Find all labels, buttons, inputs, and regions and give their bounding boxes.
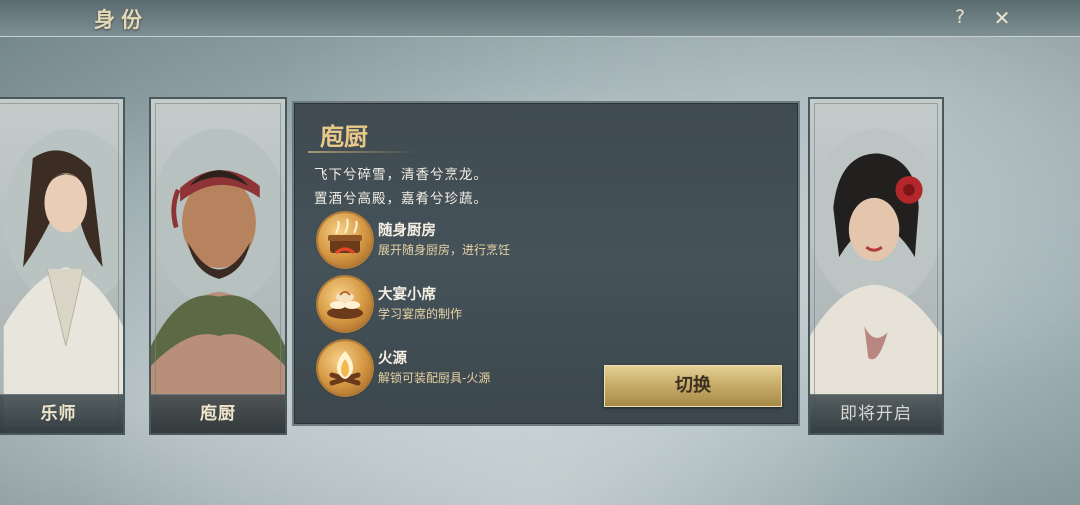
identity-description-line: 置酒兮高殿，嘉肴兮珍蔬。 (314, 191, 488, 207)
identity-card-musician[interactable]: 乐师 (0, 97, 125, 435)
identity-detail-panel: 庖厨 飞下兮碎雪，清香兮烹龙。 置酒兮高殿，嘉肴兮珍蔬。 随身厨房 展开随身厨房… (292, 101, 800, 426)
close-button[interactable]: ✕ (990, 6, 1014, 30)
skill-name: 火源 (378, 351, 407, 367)
cooking-pot-icon (318, 213, 372, 267)
skill-description: 展开随身厨房，进行烹饪 (378, 243, 511, 257)
switch-identity-button[interactable]: 切换 (604, 365, 782, 407)
skill-name: 随身厨房 (378, 223, 436, 239)
card-name: 即将开启 (810, 394, 942, 433)
identity-title: 庖厨 (320, 122, 368, 151)
card-frame (155, 103, 281, 429)
top-bar: 身份 ? ✕ (0, 0, 1080, 37)
banquet-dishes-icon (318, 277, 372, 331)
skill-item[interactable]: 随身厨房 展开随身厨房，进行烹饪 (318, 213, 638, 269)
skill-item[interactable]: 大宴小席 学习宴席的制作 (318, 277, 638, 333)
page-title: 身份 (94, 7, 148, 32)
title-divider (308, 151, 418, 153)
identity-card-cook[interactable]: 庖厨 (149, 97, 287, 435)
card-frame (814, 103, 938, 429)
help-button[interactable]: ? (950, 6, 970, 28)
skill-description: 学习宴席的制作 (378, 307, 463, 321)
identity-description-line: 飞下兮碎雪，清香兮烹龙。 (314, 167, 488, 183)
card-name: 庖厨 (151, 394, 285, 433)
campfire-icon (318, 341, 372, 395)
skill-item[interactable]: 火源 解锁可装配厨具-火源 (318, 341, 638, 397)
card-frame (0, 103, 119, 429)
card-name: 乐师 (0, 394, 123, 433)
skill-name: 大宴小席 (378, 287, 436, 303)
identity-card-locked[interactable]: 即将开启 (808, 97, 944, 435)
skill-description: 解锁可装配厨具-火源 (378, 371, 491, 385)
